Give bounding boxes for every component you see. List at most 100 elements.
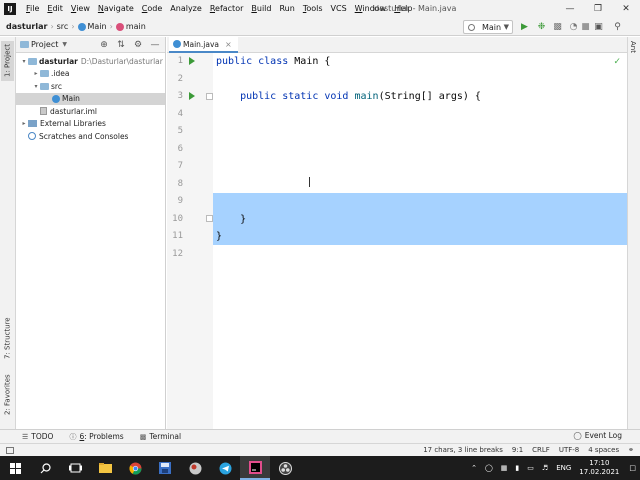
tool-terminal[interactable]: ▩ Terminal: [140, 432, 181, 441]
expand-arrow-icon[interactable]: ▾: [20, 58, 28, 65]
gear-icon[interactable]: ⚙: [132, 39, 144, 51]
tray-app-icon[interactable]: ◯: [485, 464, 493, 472]
file-explorer-icon[interactable]: [90, 456, 120, 480]
tab-structure[interactable]: 7: Structure: [1, 313, 14, 363]
no-problems-check-icon[interactable]: ✓: [613, 57, 621, 67]
menu-item[interactable]: View: [67, 0, 94, 18]
profile-icon[interactable]: ◔: [568, 21, 579, 32]
start-windows-icon[interactable]: [0, 456, 30, 480]
expand-arrow-icon[interactable]: ▾: [32, 83, 40, 90]
minimize-icon[interactable]: —: [556, 0, 584, 18]
menu-item[interactable]: File: [22, 0, 43, 18]
menu-item[interactable]: Refactor: [206, 0, 248, 18]
system-tray: ⌃ ◯ ▦ ▮ ▭ ♬ ENG 17:10 17.02.2021 □: [467, 456, 640, 480]
keyboard-language[interactable]: ENG: [556, 464, 571, 472]
tool-todo[interactable]: ☰ TODO: [22, 432, 53, 441]
run-icon[interactable]: ▶: [519, 21, 530, 32]
breadcrumb-src[interactable]: src: [57, 22, 69, 31]
lock-icon[interactable]: ⚭: [628, 446, 634, 454]
menu-item[interactable]: Build: [247, 0, 275, 18]
tab-main-java[interactable]: Main.java ×: [169, 37, 238, 53]
breadcrumb-project[interactable]: dasturlar: [6, 22, 47, 31]
code-editor[interactable]: ✓ public class Main { public static void…: [213, 53, 627, 429]
line-number: 5: [177, 126, 183, 136]
tool-event-log-label: Event Log: [584, 431, 622, 440]
collapse-all-icon[interactable]: ⇅: [115, 39, 127, 51]
menu-item[interactable]: Analyze: [166, 0, 206, 18]
tab-project[interactable]: 1: Project: [1, 41, 14, 81]
tab-favorites[interactable]: 2: Favorites: [1, 373, 14, 417]
status-caret-position[interactable]: 9:1: [512, 446, 523, 454]
tab-ant[interactable]: Ant: [629, 41, 637, 53]
menu-item[interactable]: Navigate: [94, 0, 138, 18]
clock[interactable]: 17:10 17.02.2021: [579, 459, 619, 477]
expand-arrow-icon[interactable]: ▸: [20, 120, 28, 127]
status-encoding[interactable]: UTF-8: [559, 446, 579, 454]
close-tab-icon[interactable]: ×: [225, 40, 232, 49]
chevron-down-icon[interactable]: ▼: [62, 41, 67, 48]
code-line[interactable]: public class Main {: [216, 53, 330, 71]
tree-item[interactable]: Main: [16, 92, 165, 105]
debug-icon[interactable]: ❉: [536, 21, 547, 32]
problems-icon: ⓘ: [69, 432, 77, 441]
menu-item[interactable]: Tools: [299, 0, 327, 18]
breadcrumb-class[interactable]: Main: [88, 22, 107, 31]
line-number: 1: [177, 56, 183, 66]
expand-arrow-icon[interactable]: ▸: [32, 70, 40, 77]
intellij-taskbar-icon[interactable]: [240, 456, 270, 480]
tree-item[interactable]: ▸ .idea: [16, 68, 165, 81]
menu-item[interactable]: Edit: [43, 0, 67, 18]
tree-item[interactable]: ▾ src: [16, 80, 165, 93]
tree-item[interactable]: ▾ dasturlar D:\Dasturlar\dasturlar: [16, 55, 165, 68]
close-icon[interactable]: ✕: [612, 0, 640, 18]
battery-icon[interactable]: ▭: [527, 464, 534, 472]
search-icon[interactable]: [30, 456, 60, 480]
status-indent[interactable]: 4 spaces: [588, 446, 619, 454]
tree-item[interactable]: Scratches and Consoles: [16, 130, 165, 143]
status-line-separator[interactable]: CRLF: [532, 446, 550, 454]
tool-problems[interactable]: ⓘ 6: Problems: [69, 432, 123, 442]
telegram-icon[interactable]: [210, 456, 240, 480]
app-icon[interactable]: [180, 456, 210, 480]
locate-target-icon[interactable]: ⊕: [98, 39, 110, 51]
code-line[interactable]: }: [216, 211, 246, 229]
tree-item-label: dasturlar.iml: [50, 106, 97, 116]
menu-label: VCS: [330, 4, 347, 13]
run-configuration-select[interactable]: Main ▼: [463, 20, 513, 34]
obs-icon[interactable]: [270, 456, 300, 480]
menu-item[interactable]: Run: [275, 0, 298, 18]
clock-date: 17.02.2021: [579, 468, 620, 476]
code-line[interactable]: public static void main(String[] args) {: [216, 88, 481, 106]
run-method-gutter-icon[interactable]: [189, 92, 195, 100]
breadcrumb-method[interactable]: main: [126, 22, 146, 31]
chrome-icon[interactable]: [120, 456, 150, 480]
menu-item[interactable]: VCS: [327, 0, 351, 18]
volume-icon[interactable]: ♬: [542, 464, 548, 472]
coverage-icon[interactable]: ▩: [552, 21, 563, 32]
search-everywhere-icon[interactable]: ⚲: [612, 21, 623, 32]
run-class-gutter-icon[interactable]: [189, 57, 195, 65]
toggle-tool-windows-icon[interactable]: [6, 446, 14, 454]
fold-marker-icon[interactable]: [206, 93, 213, 100]
tree-item[interactable]: ▸ External Libraries: [16, 118, 165, 131]
intellij-logo-icon[interactable]: IJ: [4, 3, 16, 15]
tree-item-path: D:\Dasturlar\dasturlar: [80, 56, 163, 66]
notifications-icon[interactable]: □: [629, 464, 636, 472]
save-disk-icon[interactable]: [150, 456, 180, 480]
code-line[interactable]: }: [216, 228, 222, 246]
chevron-up-icon[interactable]: ⌃: [471, 464, 477, 472]
stop-icon[interactable]: ■: [580, 21, 591, 32]
hide-panel-icon[interactable]: —: [149, 39, 161, 51]
menu-item[interactable]: Code: [138, 0, 167, 18]
tray-app-icon[interactable]: ▦: [501, 464, 508, 472]
project-view-select[interactable]: Project: [31, 40, 58, 49]
tool-event-log[interactable]: ◯ Event Log: [573, 431, 622, 440]
line-number: 8: [177, 178, 183, 189]
restore-icon[interactable]: ❐: [584, 0, 612, 18]
task-view-icon[interactable]: [60, 456, 90, 480]
project-structure-icon[interactable]: ▣: [593, 21, 604, 32]
tree-item[interactable]: dasturlar.iml: [16, 105, 165, 118]
fold-marker-icon[interactable]: [206, 215, 213, 222]
editor-gutter[interactable]: 1 2 3 4 5 6 7 8 9 10 11 12: [167, 53, 213, 429]
network-icon[interactable]: ▮: [515, 464, 519, 472]
